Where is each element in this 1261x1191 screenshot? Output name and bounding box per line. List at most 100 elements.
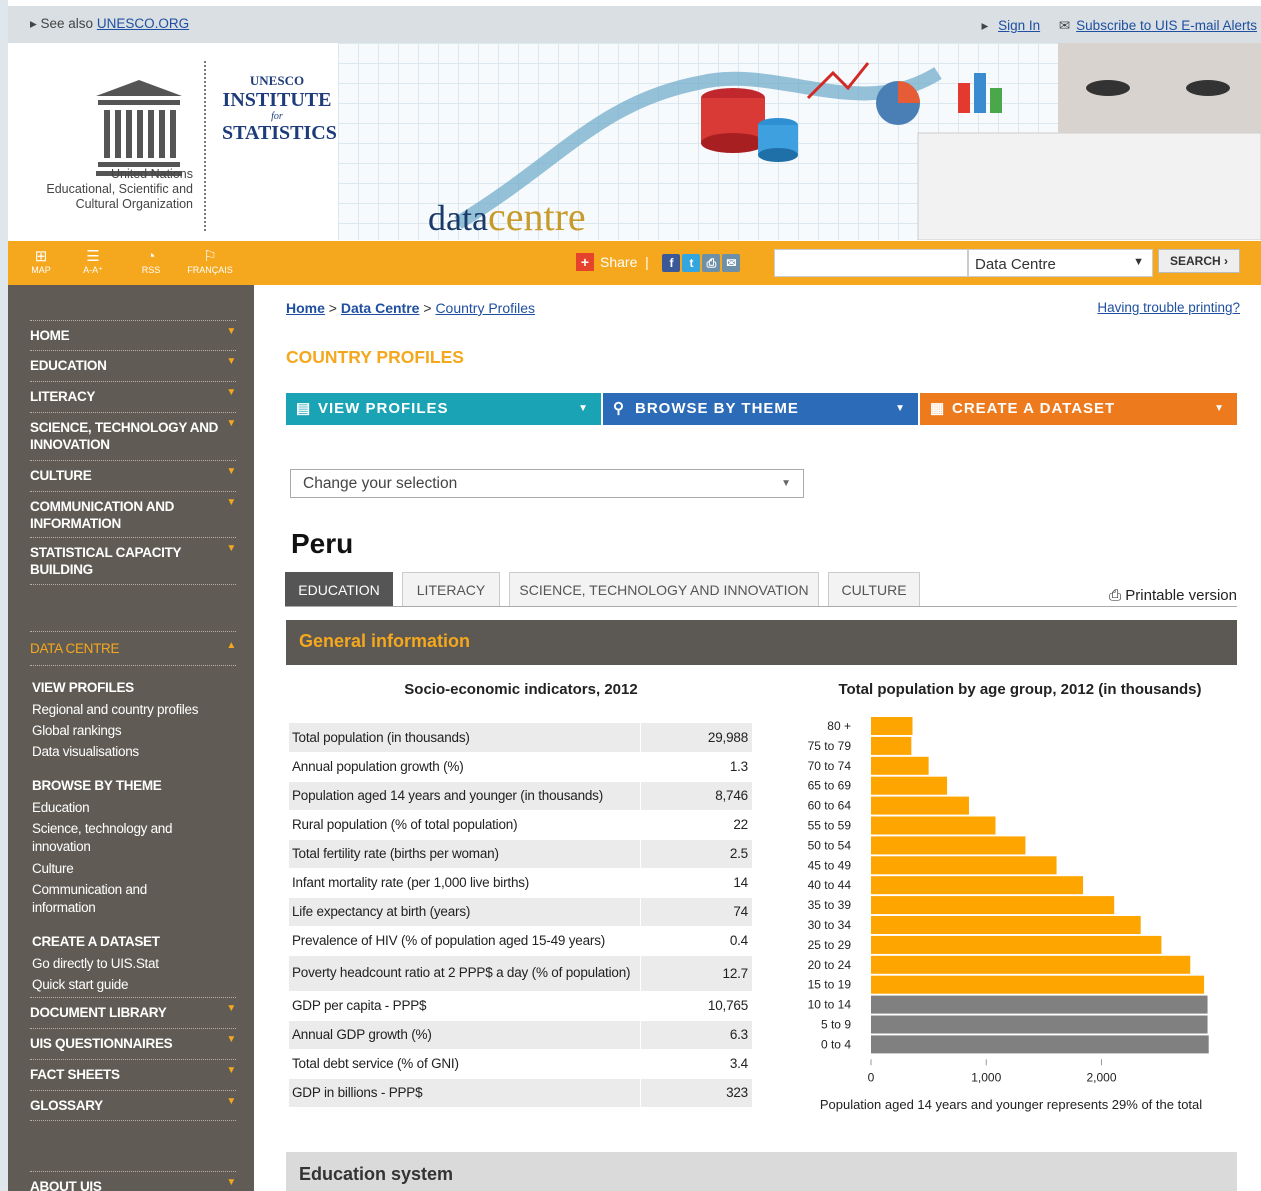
chevron-down-icon: ▼ bbox=[226, 1096, 236, 1107]
breadcrumb-home[interactable]: Home bbox=[286, 300, 325, 316]
view-profiles-menu[interactable]: ▤ VIEW PROFILES ▼ bbox=[286, 393, 601, 425]
nav-uis-stat[interactable]: Go directly to UIS.Stat bbox=[32, 955, 232, 973]
browse-by-theme-label: BROWSE BY THEME bbox=[635, 400, 799, 417]
chart-category-label: 30 to 34 bbox=[808, 918, 852, 932]
chart-category-label: 10 to 14 bbox=[808, 998, 852, 1012]
nav-communication[interactable]: COMMUNICATION AND INFORMATION ▼ bbox=[30, 491, 236, 532]
nav-education[interactable]: EDUCATION ▼ bbox=[30, 350, 236, 374]
chart-category-label: 80 + bbox=[827, 719, 851, 733]
chart-bar bbox=[871, 975, 1205, 994]
search-scope-select[interactable]: Data Centre ▼ bbox=[968, 249, 1153, 277]
chart-category-label: 0 to 4 bbox=[821, 1037, 851, 1051]
search-input[interactable] bbox=[774, 249, 968, 277]
nav-literacy[interactable]: LITERACY ▼ bbox=[30, 381, 236, 405]
chevron-down-icon: ▼ bbox=[578, 403, 589, 414]
nav-questionnaires[interactable]: UIS QUESTIONNAIRES ▼ bbox=[30, 1028, 236, 1052]
browse-by-theme-menu[interactable]: ⚲ BROWSE BY THEME ▼ bbox=[603, 393, 918, 425]
nav-view-profiles[interactable]: VIEW PROFILES bbox=[32, 680, 134, 695]
nav-communication-label: COMMUNICATION AND INFORMATION bbox=[30, 499, 175, 531]
nav-quick-start[interactable]: Quick start guide bbox=[32, 976, 232, 994]
indicator-label: GDP in billions - PPP$ bbox=[289, 1078, 640, 1108]
nav-browse-culture[interactable]: Culture bbox=[32, 860, 232, 878]
chart-bar bbox=[871, 816, 996, 835]
nav-culture-label: CULTURE bbox=[30, 468, 92, 483]
nav-literacy-label: LITERACY bbox=[30, 389, 96, 404]
rss-icon: ◔ bbox=[146, 248, 156, 265]
nav-global-rankings[interactable]: Global rankings bbox=[32, 722, 232, 740]
chart-bar bbox=[871, 1035, 1209, 1054]
chevron-down-icon: ▼ bbox=[226, 466, 236, 477]
nav-glossary[interactable]: GLOSSARY ▼ bbox=[30, 1090, 236, 1121]
printer-icon: ⎙ bbox=[1109, 587, 1122, 604]
indicator-value: 1.3 bbox=[639, 752, 752, 782]
printable-version-label: Printable version bbox=[1125, 587, 1237, 604]
nav-data-visualisations[interactable]: Data visualisations bbox=[32, 743, 232, 761]
unesco-link[interactable]: UNESCO.ORG bbox=[97, 16, 189, 31]
subscribe-link[interactable]: Subscribe to UIS E-mail Alerts bbox=[1076, 18, 1257, 33]
trouble-printing-link[interactable]: Having trouble printing? bbox=[1097, 300, 1240, 315]
sign-in-link[interactable]: Sign In bbox=[998, 18, 1040, 33]
nav-science[interactable]: SCIENCE, TECHNOLOGY AND INNOVATION ▼ bbox=[30, 412, 236, 453]
nav-statistical-capacity-label: STATISTICAL CAPACITY BUILDING bbox=[30, 545, 182, 577]
francais-button[interactable]: ⚐ FRANÇAIS bbox=[184, 249, 236, 276]
nav-statistical-capacity[interactable]: STATISTICAL CAPACITY BUILDING ▼ bbox=[30, 537, 236, 585]
theme-tabs: EDUCATION LITERACY SCIENCE, TECHNOLOGY A… bbox=[285, 572, 1237, 607]
tab-education[interactable]: EDUCATION bbox=[285, 572, 393, 606]
email-icon[interactable]: ✉ bbox=[722, 254, 741, 272]
uis-logo-for: for bbox=[271, 111, 283, 122]
view-profiles-label: VIEW PROFILES bbox=[318, 400, 449, 417]
twitter-icon[interactable]: t bbox=[682, 254, 701, 272]
chart-tick-label: 1,000 bbox=[971, 1070, 1001, 1084]
text-size-label: A-A⁺ bbox=[83, 265, 103, 275]
rss-label: RSS bbox=[141, 265, 161, 275]
nav-data-centre-label: DATA CENTRE bbox=[30, 641, 120, 656]
nav-document-library[interactable]: DOCUMENT LIBRARY ▼ bbox=[30, 997, 236, 1021]
nav-create-dataset[interactable]: CREATE A DATASET bbox=[32, 934, 160, 949]
share-plus-icon[interactable]: + bbox=[576, 253, 594, 271]
chevron-down-icon: ▼ bbox=[226, 326, 236, 337]
search-button[interactable]: SEARCH › bbox=[1158, 249, 1240, 273]
share-bar: + Share | f t ⎙ ✉ bbox=[576, 253, 741, 272]
nav-browse-by-theme[interactable]: BROWSE BY THEME bbox=[32, 778, 162, 793]
facebook-icon[interactable]: f bbox=[662, 254, 681, 272]
chart-note: Population aged 14 years and younger rep… bbox=[819, 1097, 1203, 1112]
chart-bar bbox=[871, 796, 969, 815]
nav-culture[interactable]: CULTURE ▼ bbox=[30, 460, 236, 484]
map-button[interactable]: ⊞ MAP bbox=[28, 249, 54, 276]
indicator-value: 74 bbox=[639, 897, 752, 927]
create-dataset-menu[interactable]: ▦ CREATE A DATASET ▼ bbox=[920, 393, 1237, 425]
nav-browse-communication[interactable]: Communication and information bbox=[32, 881, 172, 917]
tab-science[interactable]: SCIENCE, TECHNOLOGY AND INNOVATION bbox=[509, 572, 819, 606]
share-label[interactable]: Share bbox=[600, 254, 637, 270]
window-edge bbox=[0, 0, 8, 1191]
uis-logo: UNESCO INSTITUTE for STATISTICS bbox=[222, 73, 337, 144]
chart-title: Total population by age group, 2012 (in … bbox=[838, 681, 1202, 698]
text-size-button[interactable]: ☰ A-A⁺ bbox=[80, 249, 106, 276]
indicator-label: Annual population growth (%) bbox=[289, 752, 640, 782]
nav-data-centre[interactable]: DATA CENTRE ▲ bbox=[30, 631, 236, 666]
nav-fact-sheets[interactable]: FACT SHEETS ▼ bbox=[30, 1059, 236, 1083]
nav-regional-profiles[interactable]: Regional and country profiles bbox=[32, 701, 232, 719]
nav-questionnaires-label: UIS QUESTIONNAIRES bbox=[30, 1036, 173, 1051]
print-icon[interactable]: ⎙ bbox=[702, 254, 721, 272]
printable-version-link[interactable]: ⎙ Printable version bbox=[1109, 587, 1237, 604]
breadcrumb-data-centre[interactable]: Data Centre bbox=[341, 300, 420, 316]
table-row: Annual GDP growth (%) 6.3 bbox=[289, 1020, 752, 1050]
uis-logo-unesco: UNESCO bbox=[249, 73, 305, 88]
search-scope-value: Data Centre bbox=[975, 256, 1056, 273]
toolbar: ⊞ MAP ☰ A-A⁺ ◔ RSS ⚐ FRANÇAIS + Share | f t ⎙ ✉ … bbox=[8, 241, 1261, 285]
nav-about-uis[interactable]: ABOUT UIS ▼ bbox=[30, 1171, 236, 1191]
table-row: Rural population (% of total population)… bbox=[289, 810, 752, 840]
nav-home[interactable]: HOME ▼ bbox=[30, 320, 236, 344]
chart-category-label: 5 to 9 bbox=[821, 1018, 851, 1032]
rss-button[interactable]: ◔ RSS bbox=[138, 248, 164, 276]
chart-bar bbox=[871, 916, 1141, 934]
nav-browse-education[interactable]: Education bbox=[32, 799, 232, 817]
indicator-label: Total debt service (% of GNI) bbox=[289, 1049, 640, 1079]
breadcrumb-country-profiles[interactable]: Country Profiles bbox=[435, 300, 535, 316]
nav-browse-science[interactable]: Science, technology and innovation bbox=[32, 820, 202, 856]
tab-culture[interactable]: CULTURE bbox=[828, 572, 920, 606]
change-selection-dropdown[interactable]: Change your selection ▼ bbox=[290, 469, 804, 498]
tab-literacy[interactable]: LITERACY bbox=[402, 572, 500, 606]
datacentre-wordmark: datacentre bbox=[428, 193, 586, 240]
